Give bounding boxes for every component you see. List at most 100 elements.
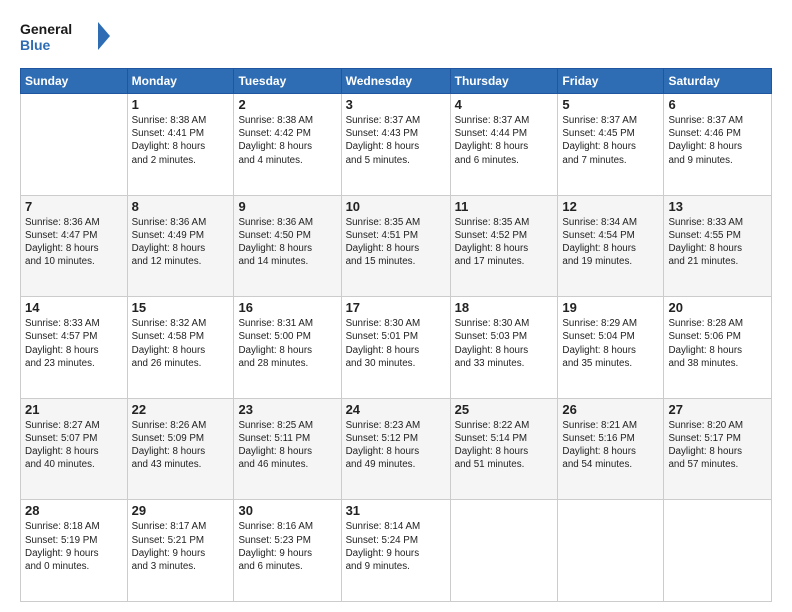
day-number: 19	[562, 300, 659, 315]
calendar-cell: 28 Sunrise: 8:18 AM Sunset: 5:19 PM Dayli…	[21, 500, 128, 602]
day-number: 27	[668, 402, 767, 417]
calendar-cell	[664, 500, 772, 602]
day-number: 24	[346, 402, 446, 417]
weekday-header-tuesday: Tuesday	[234, 69, 341, 94]
day-info: Sunrise: 8:37 AM Sunset: 4:44 PM Dayligh…	[455, 114, 554, 167]
logo: General Blue	[20, 18, 110, 58]
calendar-cell: 22 Sunrise: 8:26 AM Sunset: 5:09 PM Dayli…	[127, 398, 234, 500]
day-number: 15	[132, 300, 230, 315]
day-info: Sunrise: 8:27 AM Sunset: 5:07 PM Dayligh…	[25, 419, 123, 472]
day-info: Sunrise: 8:25 AM Sunset: 5:11 PM Dayligh…	[238, 419, 336, 472]
calendar-cell: 30 Sunrise: 8:16 AM Sunset: 5:23 PM Dayli…	[234, 500, 341, 602]
week-row-3: 14Sunrise: 8:33 AM Sunset: 4:57 PM Dayli…	[21, 297, 772, 399]
weekday-header-friday: Friday	[558, 69, 664, 94]
calendar-cell: 9Sunrise: 8:36 AM Sunset: 4:50 PM Daylig…	[234, 195, 341, 297]
calendar-cell: 29 Sunrise: 8:17 AM Sunset: 5:21 PM Dayli…	[127, 500, 234, 602]
day-info: Sunrise: 8:17 AM Sunset: 5:21 PM Dayligh…	[132, 520, 230, 573]
day-info: Sunrise: 8:33 AM Sunset: 4:55 PM Dayligh…	[668, 216, 767, 269]
day-number: 12	[562, 199, 659, 214]
calendar-cell: 19 Sunrise: 8:29 AM Sunset: 5:04 PM Dayli…	[558, 297, 664, 399]
day-info: Sunrise: 8:36 AM Sunset: 4:47 PM Dayligh…	[25, 216, 123, 269]
week-row-4: 21Sunrise: 8:27 AM Sunset: 5:07 PM Dayli…	[21, 398, 772, 500]
calendar-cell: 17 Sunrise: 8:30 AM Sunset: 5:01 PM Dayli…	[341, 297, 450, 399]
calendar-cell: 11Sunrise: 8:35 AM Sunset: 4:52 PM Dayli…	[450, 195, 558, 297]
calendar-cell: 10Sunrise: 8:35 AM Sunset: 4:51 PM Dayli…	[341, 195, 450, 297]
calendar-table: SundayMondayTuesdayWednesdayThursdayFrid…	[20, 68, 772, 602]
calendar-cell: 15 Sunrise: 8:32 AM Sunset: 4:58 PM Dayli…	[127, 297, 234, 399]
day-number: 30	[238, 503, 336, 518]
calendar-cell: 1 Sunrise: 8:38 AM Sunset: 4:41 PM Daylig…	[127, 94, 234, 196]
day-info: Sunrise: 8:23 AM Sunset: 5:12 PM Dayligh…	[346, 419, 446, 472]
day-number: 16	[238, 300, 336, 315]
day-info: Sunrise: 8:36 AM Sunset: 4:49 PM Dayligh…	[132, 216, 230, 269]
calendar-cell: 7 Sunrise: 8:36 AM Sunset: 4:47 PM Daylig…	[21, 195, 128, 297]
calendar-cell: 8 Sunrise: 8:36 AM Sunset: 4:49 PM Daylig…	[127, 195, 234, 297]
day-info: Sunrise: 8:26 AM Sunset: 5:09 PM Dayligh…	[132, 419, 230, 472]
day-info: Sunrise: 8:31 AM Sunset: 5:00 PM Dayligh…	[238, 317, 336, 370]
day-number: 7	[25, 199, 123, 214]
day-info: Sunrise: 8:35 AM Sunset: 4:51 PM Dayligh…	[346, 216, 446, 269]
weekday-header-saturday: Saturday	[664, 69, 772, 94]
page: General Blue SundayMondayTuesdayWednesda…	[0, 0, 792, 612]
day-number: 13	[668, 199, 767, 214]
day-number: 14	[25, 300, 123, 315]
calendar-cell: 20 Sunrise: 8:28 AM Sunset: 5:06 PM Dayli…	[664, 297, 772, 399]
calendar-cell: 13 Sunrise: 8:33 AM Sunset: 4:55 PM Dayli…	[664, 195, 772, 297]
day-number: 28	[25, 503, 123, 518]
weekday-header-wednesday: Wednesday	[341, 69, 450, 94]
day-info: Sunrise: 8:35 AM Sunset: 4:52 PM Dayligh…	[455, 216, 554, 269]
day-info: Sunrise: 8:30 AM Sunset: 5:03 PM Dayligh…	[455, 317, 554, 370]
day-info: Sunrise: 8:14 AM Sunset: 5:24 PM Dayligh…	[346, 520, 446, 573]
day-number: 5	[562, 97, 659, 112]
calendar-cell: 5Sunrise: 8:37 AM Sunset: 4:45 PM Daylig…	[558, 94, 664, 196]
calendar-cell: 23Sunrise: 8:25 AM Sunset: 5:11 PM Dayli…	[234, 398, 341, 500]
day-info: Sunrise: 8:37 AM Sunset: 4:46 PM Dayligh…	[668, 114, 767, 167]
day-info: Sunrise: 8:21 AM Sunset: 5:16 PM Dayligh…	[562, 419, 659, 472]
day-number: 29	[132, 503, 230, 518]
header: General Blue	[20, 18, 772, 58]
day-info: Sunrise: 8:18 AM Sunset: 5:19 PM Dayligh…	[25, 520, 123, 573]
day-number: 31	[346, 503, 446, 518]
calendar-cell: 27 Sunrise: 8:20 AM Sunset: 5:17 PM Dayli…	[664, 398, 772, 500]
calendar-header-row: SundayMondayTuesdayWednesdayThursdayFrid…	[21, 69, 772, 94]
day-info: Sunrise: 8:16 AM Sunset: 5:23 PM Dayligh…	[238, 520, 336, 573]
day-info: Sunrise: 8:30 AM Sunset: 5:01 PM Dayligh…	[346, 317, 446, 370]
day-number: 2	[238, 97, 336, 112]
day-number: 3	[346, 97, 446, 112]
calendar-cell: 4Sunrise: 8:37 AM Sunset: 4:44 PM Daylig…	[450, 94, 558, 196]
calendar-cell: 3 Sunrise: 8:37 AM Sunset: 4:43 PM Daylig…	[341, 94, 450, 196]
calendar-cell: 16 Sunrise: 8:31 AM Sunset: 5:00 PM Dayli…	[234, 297, 341, 399]
day-number: 18	[455, 300, 554, 315]
day-info: Sunrise: 8:38 AM Sunset: 4:42 PM Dayligh…	[238, 114, 336, 167]
day-number: 20	[668, 300, 767, 315]
calendar-cell: 21Sunrise: 8:27 AM Sunset: 5:07 PM Dayli…	[21, 398, 128, 500]
weekday-header-thursday: Thursday	[450, 69, 558, 94]
calendar-cell: 24 Sunrise: 8:23 AM Sunset: 5:12 PM Dayli…	[341, 398, 450, 500]
day-info: Sunrise: 8:38 AM Sunset: 4:41 PM Dayligh…	[132, 114, 230, 167]
calendar-cell: 25 Sunrise: 8:22 AM Sunset: 5:14 PM Dayli…	[450, 398, 558, 500]
day-info: Sunrise: 8:20 AM Sunset: 5:17 PM Dayligh…	[668, 419, 767, 472]
day-number: 25	[455, 402, 554, 417]
day-info: Sunrise: 8:22 AM Sunset: 5:14 PM Dayligh…	[455, 419, 554, 472]
day-info: Sunrise: 8:36 AM Sunset: 4:50 PM Dayligh…	[238, 216, 336, 269]
day-info: Sunrise: 8:28 AM Sunset: 5:06 PM Dayligh…	[668, 317, 767, 370]
day-info: Sunrise: 8:37 AM Sunset: 4:43 PM Dayligh…	[346, 114, 446, 167]
day-number: 1	[132, 97, 230, 112]
day-number: 6	[668, 97, 767, 112]
calendar-cell	[558, 500, 664, 602]
week-row-5: 28 Sunrise: 8:18 AM Sunset: 5:19 PM Dayli…	[21, 500, 772, 602]
day-number: 8	[132, 199, 230, 214]
svg-text:Blue: Blue	[20, 37, 51, 53]
calendar-cell: 2 Sunrise: 8:38 AM Sunset: 4:42 PM Daylig…	[234, 94, 341, 196]
calendar-cell	[21, 94, 128, 196]
day-info: Sunrise: 8:32 AM Sunset: 4:58 PM Dayligh…	[132, 317, 230, 370]
calendar-cell	[450, 500, 558, 602]
calendar-cell: 26Sunrise: 8:21 AM Sunset: 5:16 PM Dayli…	[558, 398, 664, 500]
day-number: 22	[132, 402, 230, 417]
calendar-cell: 14Sunrise: 8:33 AM Sunset: 4:57 PM Dayli…	[21, 297, 128, 399]
day-number: 17	[346, 300, 446, 315]
day-info: Sunrise: 8:29 AM Sunset: 5:04 PM Dayligh…	[562, 317, 659, 370]
weekday-header-monday: Monday	[127, 69, 234, 94]
calendar-cell: 6 Sunrise: 8:37 AM Sunset: 4:46 PM Daylig…	[664, 94, 772, 196]
day-info: Sunrise: 8:34 AM Sunset: 4:54 PM Dayligh…	[562, 216, 659, 269]
